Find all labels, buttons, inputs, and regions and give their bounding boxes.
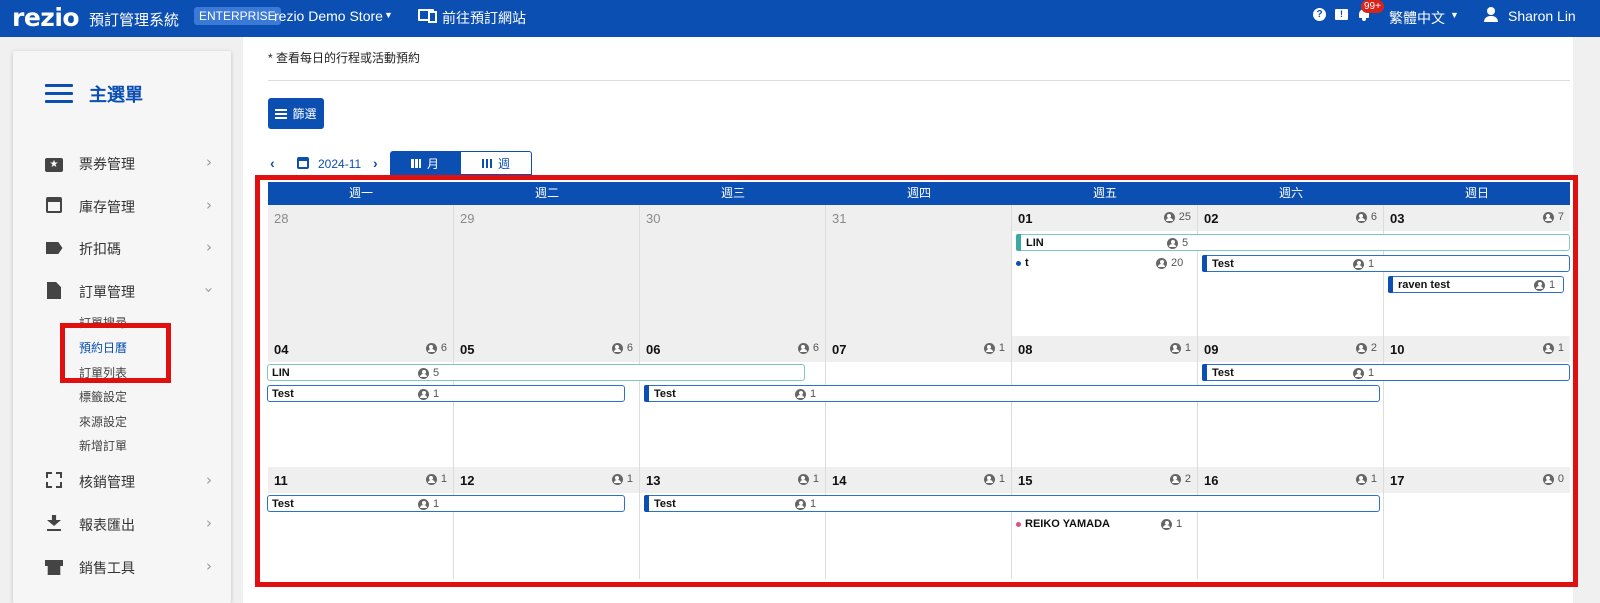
sidebar-item-report-export[interactable]: 報表匯出 ›	[13, 506, 231, 542]
calendar-icon	[45, 197, 63, 215]
goto-booking-site-link[interactable]: 前往預訂網站	[442, 8, 526, 28]
store-icon	[45, 558, 63, 576]
highlight-box-calendar	[255, 175, 1578, 587]
sidebar-item-label: 核銷管理	[79, 474, 135, 490]
chevron-right-icon: ›	[206, 471, 212, 489]
view-week-button[interactable]: 週	[460, 151, 532, 175]
sidebar-item-redemption[interactable]: 核銷管理 ›	[13, 463, 231, 499]
view-week-label: 週	[497, 156, 510, 171]
chevron-right-icon: ›	[206, 557, 212, 575]
ticket-star-icon: ★	[45, 154, 63, 172]
chevron-down-icon: ›	[200, 287, 218, 293]
next-month-chevron-icon[interactable]: ›	[373, 155, 378, 171]
sidebar-subitem-tag-settings[interactable]: 標籤設定	[79, 388, 127, 405]
columns-icon	[481, 158, 492, 168]
hamburger-menu-icon[interactable]	[45, 84, 73, 104]
sidebar-item-discount-codes[interactable]: 折扣碼 ›	[13, 230, 231, 266]
app-title: 預訂管理系統	[89, 12, 180, 29]
plan-badge: ENTERPRISE	[194, 7, 281, 25]
filter-label: 篩選	[292, 107, 317, 121]
sidebar-subitem-new-order[interactable]: 新增訂單	[79, 437, 127, 454]
chevron-right-icon: ›	[206, 196, 212, 214]
store-selector[interactable]: rezio Demo Store	[274, 8, 383, 24]
grid-icon	[410, 158, 421, 168]
filter-sliders-icon	[275, 108, 288, 119]
highlight-box-booking-calendar	[60, 323, 171, 383]
download-icon	[45, 515, 63, 533]
chevron-down-icon[interactable]: ▼	[1450, 10, 1459, 20]
chevron-right-icon: ›	[206, 238, 212, 256]
chevron-down-icon[interactable]: ▼	[384, 10, 393, 20]
sidebar-item-label: 庫存管理	[79, 199, 135, 215]
sidebar-item-label: 銷售工具	[79, 560, 135, 576]
divider	[268, 80, 1570, 81]
calendar-icon[interactable]	[297, 157, 309, 169]
sidebar-item-label: 折扣碼	[79, 241, 121, 257]
document-icon	[45, 282, 63, 300]
feedback-icon[interactable]: !	[1335, 9, 1348, 20]
view-month-button[interactable]: 月	[390, 151, 460, 175]
notification-badge[interactable]: 99+	[1361, 0, 1384, 13]
sidebar-item-label: 訂單管理	[79, 284, 135, 300]
sidebar-item-label: 票券管理	[79, 156, 135, 172]
rezio-logo[interactable]: rezio	[12, 3, 80, 32]
sidebar-subitem-source-settings[interactable]: 來源設定	[79, 413, 127, 430]
sidebar-item-inventory[interactable]: 庫存管理 ›	[13, 188, 231, 224]
external-site-icon[interactable]	[418, 9, 437, 23]
top-bar: rezio 預訂管理系統 ENTERPRISE rezio Demo Store…	[0, 0, 1600, 37]
help-icon[interactable]: ?	[1313, 8, 1326, 21]
language-selector[interactable]: 繁體中文	[1389, 8, 1445, 28]
page-hint: * 查看每日的行程或活動預約	[268, 51, 421, 65]
sidebar-item-label: 報表匯出	[79, 517, 135, 533]
sidebar-item-tickets[interactable]: ★ 票券管理 ›	[13, 145, 231, 181]
month-picker[interactable]: 2024-11	[318, 157, 361, 171]
menu-title: 主選單	[89, 85, 143, 105]
chevron-right-icon: ›	[206, 153, 212, 171]
user-icon[interactable]	[1484, 7, 1498, 22]
chevron-right-icon: ›	[206, 514, 212, 532]
tag-icon	[45, 239, 63, 257]
view-month-label: 月	[426, 156, 439, 171]
prev-month-chevron-icon[interactable]: ‹	[270, 155, 275, 171]
scan-icon	[45, 472, 63, 490]
user-menu[interactable]: Sharon Lin	[1508, 8, 1576, 24]
sidebar-item-orders[interactable]: 訂單管理 ›	[13, 273, 231, 309]
filter-button[interactable]: 篩選	[268, 98, 324, 129]
sidebar-item-sales-tools[interactable]: 銷售工具 ›	[13, 549, 231, 585]
